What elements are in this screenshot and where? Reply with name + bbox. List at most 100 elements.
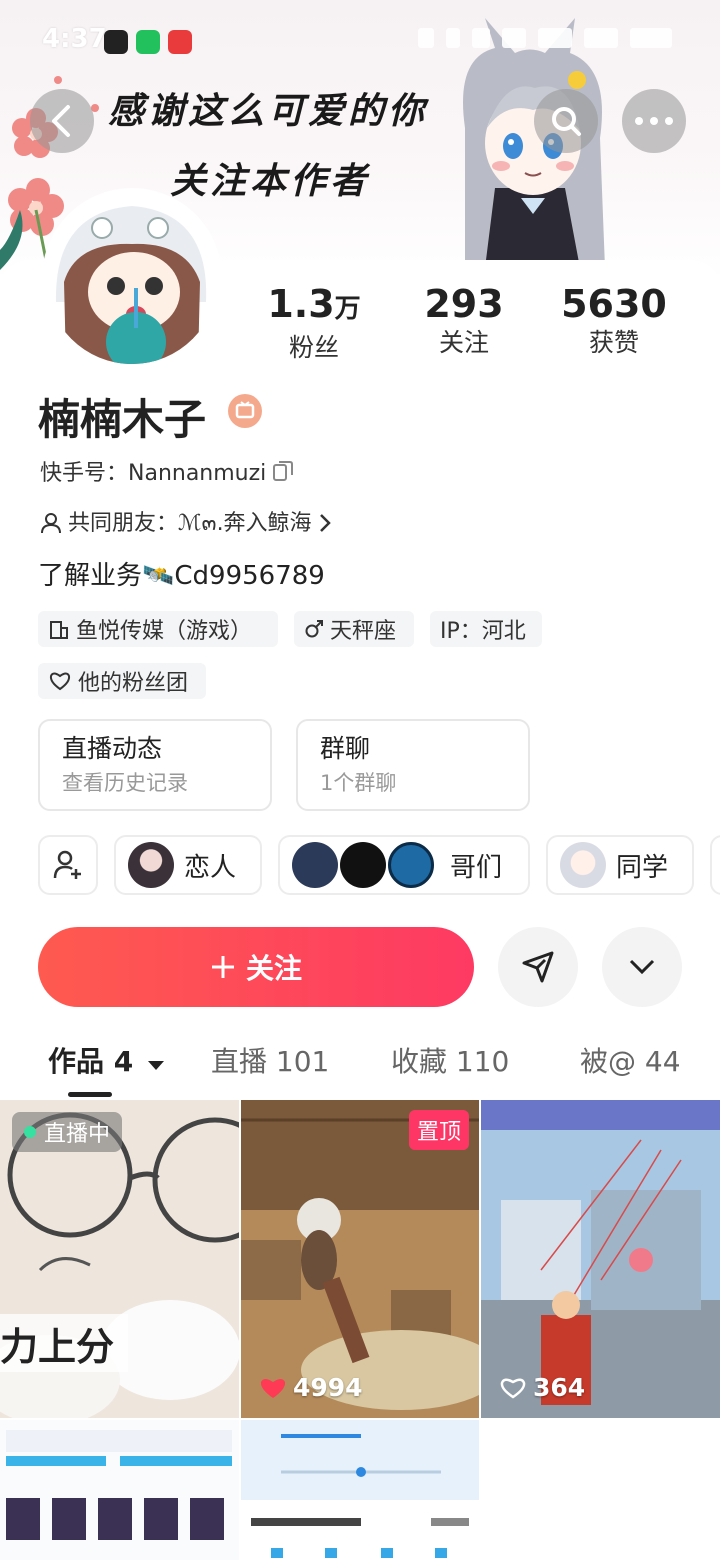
profile-stats: 1.3万 粉丝 293 关注 5630 获赞: [240, 282, 720, 362]
chevron-right-icon: [319, 513, 331, 532]
add-person-icon: [53, 850, 81, 879]
tag-zodiac-label: 天秤座: [330, 619, 397, 644]
kuaishou-id-text: 快手号：Nannanmuzi: [40, 461, 267, 486]
wechat-icon: [136, 30, 160, 54]
group-chat-title: 群聊: [320, 734, 371, 763]
video-tile-4[interactable]: [0, 1420, 239, 1560]
mutual-friends-row[interactable]: 共同朋友：ℳ๓.奔入鲸海: [40, 505, 332, 540]
relation-chip-lover-label: 恋人: [184, 852, 237, 883]
relation-chip-classmate-label: 同学: [616, 852, 669, 883]
search-button[interactable]: [534, 89, 598, 153]
battery-icon: [630, 28, 672, 48]
male-symbol-icon: [305, 620, 323, 638]
qq-icon: [104, 30, 128, 54]
heart-outline-icon: [49, 672, 71, 691]
relation-chip-classmate[interactable]: 同学: [546, 835, 694, 895]
screenshot-thumbnail-image-2: [241, 1420, 479, 1560]
heart-outline-icon: [500, 1378, 526, 1399]
stat-fans-unit: 万: [334, 294, 361, 324]
more-dots-icon: [635, 117, 673, 125]
creator-badge-icon[interactable]: [228, 394, 262, 428]
banner-text-line1: 感谢这么可爱的你: [108, 90, 429, 132]
video-tile-5[interactable]: [241, 1420, 479, 1560]
live-badge-label: 直播中: [44, 1122, 111, 1147]
add-relation-button[interactable]: [38, 835, 98, 895]
tab-works[interactable]: 作品 4: [48, 1040, 165, 1080]
nfc-icon: [418, 28, 434, 48]
avatar-image: [46, 192, 218, 364]
stat-fans[interactable]: 1.3万 粉丝: [234, 282, 394, 365]
stat-fans-number: 1.3: [267, 282, 335, 326]
status-time: 4:37: [42, 24, 107, 54]
back-button[interactable]: [30, 89, 94, 153]
buddy-avatar-1: [292, 842, 338, 888]
buddy-avatar-2: [340, 842, 386, 888]
caret-down-icon: [147, 1061, 164, 1070]
group-chat-box[interactable]: 群聊 1个群聊: [296, 719, 530, 811]
relation-chip-lover[interactable]: 恋人: [114, 835, 262, 895]
tab-live[interactable]: 直播 101: [211, 1040, 329, 1080]
tab-mentions[interactable]: 被@ 44: [580, 1040, 681, 1080]
relation-chip-buddies-label: 哥们: [450, 852, 503, 883]
likes-count-1-value: 4994: [293, 1373, 363, 1402]
relation-chip-buddies[interactable]: 哥们: [278, 835, 530, 895]
profile-bio: 了解业务🛰️Cd9956789: [38, 561, 325, 591]
lover-avatar: [128, 842, 174, 888]
stat-likes[interactable]: 5630 获赞: [534, 282, 694, 360]
tab-favorites[interactable]: 收藏 110: [391, 1040, 509, 1080]
more-button[interactable]: [622, 89, 686, 153]
live-history-title: 直播动态: [62, 734, 163, 763]
mute-icon: [472, 28, 490, 48]
wifi-icon: [502, 28, 526, 48]
live-history-subtitle: 查看历史记录: [62, 771, 188, 795]
badge-glyph: [235, 401, 255, 419]
stat-likes-label: 获赞: [588, 328, 639, 357]
chevron-down-icon: [629, 959, 655, 975]
live-history-box[interactable]: 直播动态 查看历史记录: [38, 719, 272, 811]
follow-button-label: 关注: [245, 952, 302, 985]
chevron-left-icon: [52, 105, 70, 137]
content-tabs: 作品 4 直播 101 收藏 110 被@ 44: [0, 1036, 720, 1092]
send-icon: [522, 951, 554, 983]
person-icon: [41, 512, 61, 533]
signal-icon-2: [584, 28, 618, 48]
tag-fan-club[interactable]: 他的粉丝团: [38, 663, 206, 699]
tag-ip: IP：河北: [430, 611, 542, 647]
follow-button[interactable]: 关注: [38, 927, 474, 1007]
group-chat-subtitle: 1个群聊: [320, 771, 397, 795]
security-app-icon: [168, 30, 192, 54]
stat-likes-number: 5630: [561, 282, 667, 326]
profile-name: 楠楠木子: [38, 395, 207, 444]
status-indicators: [418, 28, 672, 48]
buddy-avatar-3: [388, 842, 434, 888]
signal-icon: [538, 28, 572, 48]
video-tile-live[interactable]: 直播中 力上分: [0, 1100, 239, 1418]
stat-following[interactable]: 293 关注: [384, 282, 544, 360]
tag-ip-label: IP：河北: [440, 619, 526, 644]
tag-fan-club-label: 他的粉丝团: [78, 671, 189, 696]
banner-text-line2: 关注本作者: [170, 160, 371, 202]
status-bar: 4:37: [0, 22, 720, 62]
tag-zodiac: 天秤座: [294, 611, 414, 647]
tag-company[interactable]: 鱼悦传媒（游戏）: [38, 611, 278, 647]
mutual-friends-text: 共同朋友：ℳ๓.奔入鲸海: [68, 511, 312, 536]
video-tile-pinned[interactable]: 置顶 4994: [241, 1100, 479, 1418]
relation-chip-more[interactable]: [710, 835, 720, 895]
copy-icon[interactable]: [272, 460, 294, 482]
kuaishou-id-row: 快手号：Nannanmuzi: [40, 455, 294, 487]
tab-works-label: 作品 4: [48, 1045, 134, 1078]
avatar[interactable]: [42, 188, 222, 368]
pinned-badge: 置顶: [408, 1110, 469, 1150]
live-dot-icon: [24, 1126, 36, 1138]
stat-fans-label: 粉丝: [288, 333, 339, 362]
stat-following-label: 关注: [438, 328, 489, 357]
game-thumbnail-image-2: [481, 1100, 720, 1418]
stat-following-number: 293: [424, 282, 504, 326]
send-message-button[interactable]: [498, 927, 578, 1007]
active-tab-indicator: [68, 1092, 112, 1097]
screenshot-thumbnail-image: [0, 1420, 239, 1560]
expand-recommend-button[interactable]: [602, 927, 682, 1007]
likes-count-2: 364: [499, 1373, 585, 1402]
video-tile-3[interactable]: 364: [481, 1100, 720, 1418]
plus-icon: [211, 956, 234, 978]
